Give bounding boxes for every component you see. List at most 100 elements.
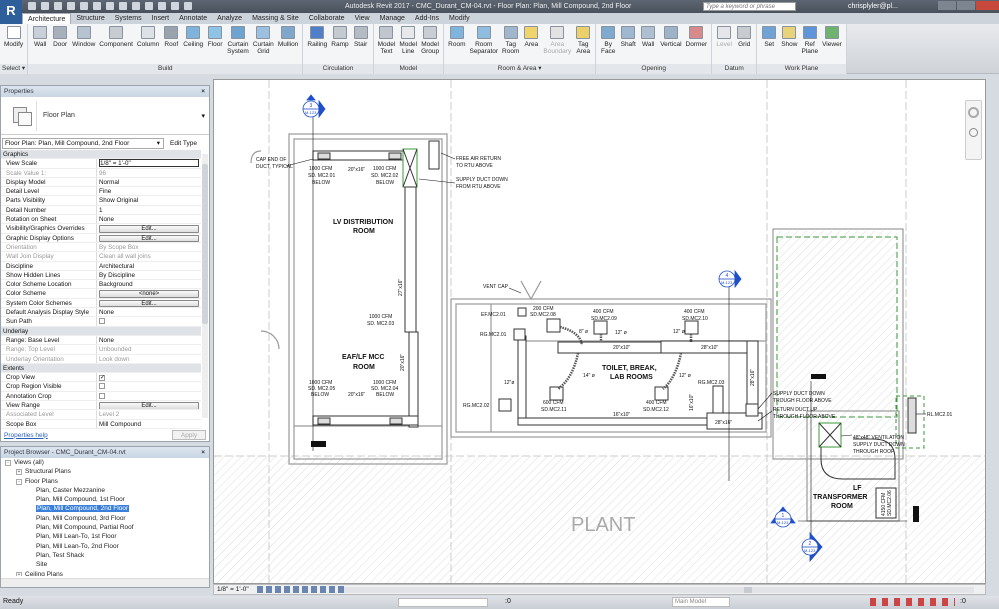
floor-button[interactable]: Floor — [205, 26, 225, 63]
close-icon[interactable]: × — [201, 86, 205, 97]
view-scale[interactable]: 1/8" = 1'-0" — [217, 586, 249, 593]
curtain-system-button[interactable]: Curtain System — [225, 26, 251, 63]
property-value[interactable]: 1 — [99, 207, 103, 214]
design-option-dropdown[interactable]: Main Model — [672, 597, 730, 607]
application-menu-button[interactable]: R — [0, 0, 22, 24]
quick-access-toolbar[interactable] — [28, 2, 192, 10]
tab-manage[interactable]: Manage — [375, 13, 410, 24]
navigation-bar[interactable] — [965, 100, 982, 160]
collapse-icon[interactable]: - — [5, 460, 11, 466]
group-header-graphics[interactable]: Graphics — [1, 150, 201, 160]
browser-item-ceiling-plans[interactable]: + Ceiling Plans — [1, 570, 209, 576]
door-button[interactable]: Door — [50, 26, 70, 63]
set-button[interactable]: Set — [759, 26, 779, 63]
browser-item-plan-mill-lean-to-2nd-floor[interactable]: Plan, Mill Lean-To, 2nd Floor — [1, 542, 209, 551]
browser-item-views-all[interactable]: - Views (all) — [1, 458, 209, 467]
tab-structure[interactable]: Structure — [71, 13, 109, 24]
panel-label[interactable]: Model — [373, 64, 444, 74]
tab-insert[interactable]: Insert — [147, 13, 175, 24]
close-button[interactable] — [976, 1, 999, 10]
expand-icon[interactable]: + — [16, 571, 22, 576]
instance-dropdown[interactable]: Floor Plan: Plan, Mill Compound, 2nd Flo… — [2, 137, 164, 149]
browser-item-floor-plans[interactable]: - Floor Plans — [1, 477, 209, 486]
maximize-button[interactable] — [957, 1, 975, 10]
model-line-button[interactable]: Model Line — [397, 26, 419, 63]
wall-button[interactable]: Wall — [638, 26, 658, 63]
edit-type-button[interactable]: Edit Type — [170, 140, 197, 147]
view-control-icons[interactable] — [256, 585, 347, 593]
component-button[interactable]: Component — [97, 26, 135, 63]
expand-icon[interactable]: + — [16, 469, 22, 476]
horizontal-scrollbar[interactable] — [344, 587, 974, 593]
railing-button[interactable]: Railing — [305, 26, 329, 63]
model-group-button[interactable]: Model Group — [419, 26, 441, 63]
modify-button[interactable]: Modify — [2, 26, 25, 63]
user-account[interactable]: chrisplyler@pl... — [848, 3, 898, 10]
panel-label[interactable]: Work Plane — [757, 64, 846, 74]
tab-analyze[interactable]: Analyze — [212, 13, 247, 24]
panel-label[interactable]: Opening — [596, 64, 712, 74]
property-value[interactable]: None — [99, 216, 114, 223]
area-boundary-button[interactable]: Area Boundary — [541, 26, 573, 63]
browser-horizontal-scrollbar[interactable] — [1, 578, 209, 587]
curtain-grid-button[interactable]: Curtain Grid — [251, 26, 276, 63]
browser-item-plan-caster-mezzanine[interactable]: Plan, Caster Mezzanine — [1, 486, 209, 495]
browser-item-plan-mill-compound-3rd-floor[interactable]: Plan, Mill Compound, 3rd Floor — [1, 514, 209, 523]
tab-systems[interactable]: Systems — [110, 13, 147, 24]
wall-button[interactable]: Wall — [30, 26, 50, 63]
panel-label[interactable]: Circulation — [303, 64, 373, 74]
property-value[interactable]: Fine — [99, 188, 111, 195]
tag-area-button[interactable]: Tag Area — [573, 26, 593, 63]
zoom-icon[interactable] — [969, 128, 978, 137]
tab-massing-site[interactable]: Massing & Site — [247, 13, 304, 24]
tab-add-ins[interactable]: Add-Ins — [410, 13, 444, 24]
property-edit-button[interactable]: <none> — [99, 290, 199, 298]
property-value[interactable]: Background — [99, 281, 133, 288]
property-checkbox[interactable] — [99, 318, 105, 325]
tab-annotate[interactable]: Annotate — [174, 13, 212, 24]
property-value[interactable]: Normal — [99, 179, 119, 186]
browser-item-plan-mill-lean-to-1st-floor[interactable]: Plan, Mill Lean-To, 1st Floor — [1, 532, 209, 541]
tab-collaborate[interactable]: Collaborate — [304, 13, 350, 24]
panel-label[interactable]: Datum — [712, 64, 757, 74]
tab-architecture[interactable]: Architecture — [22, 13, 72, 24]
panel-label[interactable]: Select ▾ — [0, 64, 28, 74]
level-button[interactable]: Level — [714, 26, 734, 63]
dormer-button[interactable]: Dormer — [684, 26, 710, 63]
properties-help-link[interactable]: Properties help — [4, 432, 48, 439]
property-input[interactable]: 1/8" = 1'-0" — [99, 159, 199, 168]
property-edit-button[interactable]: Edit... — [99, 234, 199, 242]
column-button[interactable]: Column — [135, 26, 161, 63]
grid-button[interactable]: Grid — [734, 26, 754, 63]
property-value[interactable]: Architectural — [99, 263, 134, 270]
browser-item-plan-test-shack[interactable]: Plan, Test Shack — [1, 551, 209, 560]
property-value[interactable]: Mill Compound — [99, 421, 141, 428]
stair-button[interactable]: Stair — [351, 26, 371, 63]
ceiling-button[interactable]: Ceiling — [181, 26, 205, 63]
panel-label[interactable]: Build — [28, 64, 303, 74]
browser-item-site[interactable]: Site — [1, 560, 209, 569]
show-button[interactable]: Show — [779, 26, 799, 63]
group-header-underlay[interactable]: Underlay — [1, 326, 201, 336]
panel-label[interactable]: Room & Area ▾ — [444, 64, 596, 74]
group-header-extents[interactable]: Extents — [1, 363, 201, 374]
property-checkbox[interactable] — [99, 383, 105, 390]
property-value[interactable]: None — [99, 309, 114, 316]
browser-item-plan-mill-compound-1st-floor[interactable]: Plan, Mill Compound, 1st Floor — [1, 495, 209, 504]
area-button[interactable]: Area — [521, 26, 541, 63]
vertical-button[interactable]: Vertical — [658, 26, 683, 63]
type-selector[interactable]: Floor Plan ▾ — [1, 97, 209, 135]
property-value[interactable]: Show Original — [99, 197, 138, 204]
ref-plane-button[interactable]: Ref Plane — [799, 26, 820, 63]
browser-item-plan-mill-compound-partial-roof[interactable]: Plan, Mill Compound, Partial Roof — [1, 523, 209, 532]
property-edit-button[interactable]: Edit... — [99, 402, 199, 410]
room-button[interactable]: Room — [446, 26, 467, 63]
property-edit-button[interactable]: Edit... — [99, 225, 199, 233]
close-icon[interactable]: × — [201, 447, 205, 458]
tab-view[interactable]: View — [350, 13, 375, 24]
selection-filter-icons[interactable] — [870, 598, 955, 606]
collapse-icon[interactable]: - — [16, 478, 22, 485]
property-edit-button[interactable]: Edit... — [99, 299, 199, 308]
model-text-button[interactable]: Model Text — [376, 26, 398, 63]
window-button[interactable]: Window — [70, 26, 97, 63]
